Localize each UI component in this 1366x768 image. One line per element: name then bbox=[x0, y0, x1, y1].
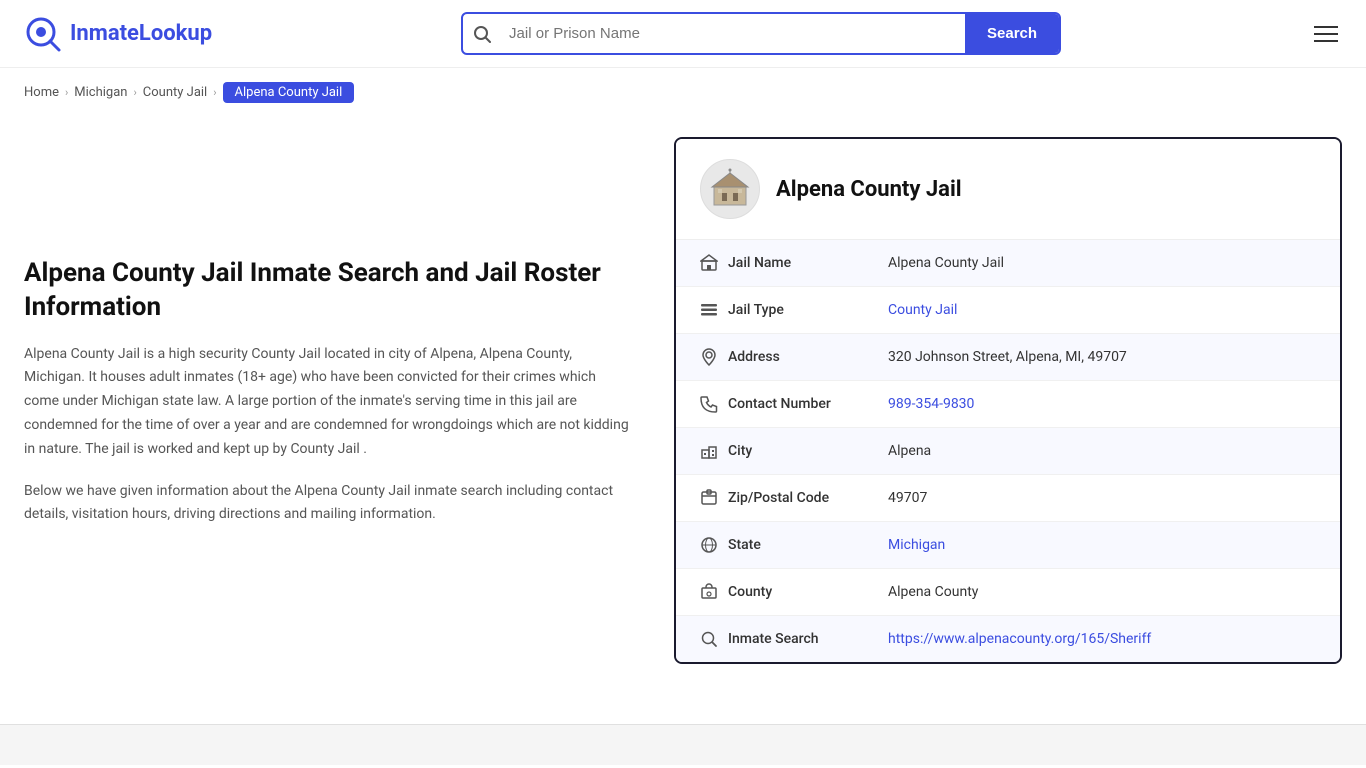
row-value-7: Alpena County bbox=[888, 584, 1316, 600]
chevron-icon-3: › bbox=[213, 86, 216, 99]
row-label-4: City bbox=[728, 443, 888, 459]
search-icon-wrap bbox=[463, 25, 501, 43]
row-label-6: State bbox=[728, 537, 888, 553]
info-row: StateMichigan bbox=[676, 522, 1340, 569]
breadcrumb-county-jail[interactable]: County Jail bbox=[143, 85, 207, 100]
row-label-8: Inmate Search bbox=[728, 631, 888, 647]
search-button[interactable]: Search bbox=[965, 14, 1059, 53]
logo-icon bbox=[24, 15, 62, 53]
row-value-6[interactable]: Michigan bbox=[888, 537, 1316, 553]
info-row: Inmate Searchhttps://www.alpenacounty.or… bbox=[676, 616, 1340, 662]
chevron-icon-2: › bbox=[133, 86, 136, 99]
row-link-3[interactable]: 989-354-9830 bbox=[888, 396, 974, 412]
search-icon bbox=[473, 25, 491, 43]
page-description-1: Alpena County Jail is a high security Co… bbox=[24, 343, 634, 462]
hamburger-menu-button[interactable] bbox=[1310, 22, 1342, 46]
info-row: Jail NameAlpena County Jail bbox=[676, 240, 1340, 287]
breadcrumb-michigan[interactable]: Michigan bbox=[74, 85, 127, 100]
page-description-2: Below we have given information about th… bbox=[24, 480, 634, 528]
info-row: CountyAlpena County bbox=[676, 569, 1340, 616]
row-value-0: Alpena County Jail bbox=[888, 255, 1316, 271]
breadcrumb-home[interactable]: Home bbox=[24, 85, 59, 100]
info-row: CityAlpena bbox=[676, 428, 1340, 475]
row-label-1: Jail Type bbox=[728, 302, 888, 318]
row-value-1[interactable]: County Jail bbox=[888, 302, 1316, 318]
row-value-3[interactable]: 989-354-9830 bbox=[888, 396, 1316, 412]
info-row: Contact Number989-354-9830 bbox=[676, 381, 1340, 428]
left-column: Alpena County Jail Inmate Search and Jai… bbox=[24, 137, 674, 664]
jail-avatar bbox=[700, 159, 760, 219]
search-icon bbox=[700, 630, 728, 648]
city-icon bbox=[700, 442, 728, 460]
breadcrumb: Home › Michigan › County Jail › Alpena C… bbox=[0, 68, 1366, 117]
footer bbox=[0, 724, 1366, 765]
site-header: InmateLookup Search bbox=[0, 0, 1366, 68]
card-header: Alpena County Jail bbox=[676, 139, 1340, 240]
search-input[interactable] bbox=[501, 15, 965, 52]
chevron-icon-1: › bbox=[65, 86, 68, 99]
breadcrumb-active: Alpena County Jail bbox=[223, 82, 355, 103]
location-icon bbox=[700, 348, 728, 366]
search-area: Search bbox=[461, 12, 1061, 55]
right-column: Alpena County Jail Jail NameAlpena Count… bbox=[674, 137, 1342, 664]
list-icon bbox=[700, 301, 728, 319]
jail-icon bbox=[700, 254, 728, 272]
zip-icon bbox=[700, 489, 728, 507]
row-label-3: Contact Number bbox=[728, 396, 888, 412]
building-icon bbox=[708, 167, 752, 211]
row-value-4: Alpena bbox=[888, 443, 1316, 459]
info-row: Zip/Postal Code49707 bbox=[676, 475, 1340, 522]
row-label-7: County bbox=[728, 584, 888, 600]
phone-icon bbox=[700, 395, 728, 413]
row-label-0: Jail Name bbox=[728, 255, 888, 271]
row-label-2: Address bbox=[728, 349, 888, 365]
logo-text: InmateLookup bbox=[70, 21, 212, 46]
info-rows-container: Jail NameAlpena County JailJail TypeCoun… bbox=[676, 240, 1340, 662]
hamburger-line-3 bbox=[1314, 40, 1338, 42]
row-value-2: 320 Johnson Street, Alpena, MI, 49707 bbox=[888, 349, 1316, 365]
page-title: Alpena County Jail Inmate Search and Jai… bbox=[24, 257, 634, 325]
search-wrapper: Search bbox=[461, 12, 1061, 55]
row-link-8[interactable]: https://www.alpenacounty.org/165/Sheriff bbox=[888, 631, 1151, 647]
row-link-1[interactable]: County Jail bbox=[888, 302, 957, 318]
row-label-5: Zip/Postal Code bbox=[728, 490, 888, 506]
row-link-6[interactable]: Michigan bbox=[888, 537, 945, 553]
row-value-8[interactable]: https://www.alpenacounty.org/165/Sheriff bbox=[888, 631, 1316, 647]
main-content: Alpena County Jail Inmate Search and Jai… bbox=[0, 117, 1366, 684]
info-row: Address320 Johnson Street, Alpena, MI, 4… bbox=[676, 334, 1340, 381]
logo-link[interactable]: InmateLookup bbox=[24, 15, 212, 53]
row-value-5: 49707 bbox=[888, 490, 1316, 506]
card-title: Alpena County Jail bbox=[776, 177, 962, 202]
info-card: Alpena County Jail Jail NameAlpena Count… bbox=[674, 137, 1342, 664]
hamburger-line-2 bbox=[1314, 33, 1338, 35]
county-icon bbox=[700, 583, 728, 601]
globe-icon bbox=[700, 536, 728, 554]
info-row: Jail TypeCounty Jail bbox=[676, 287, 1340, 334]
hamburger-line-1 bbox=[1314, 26, 1338, 28]
